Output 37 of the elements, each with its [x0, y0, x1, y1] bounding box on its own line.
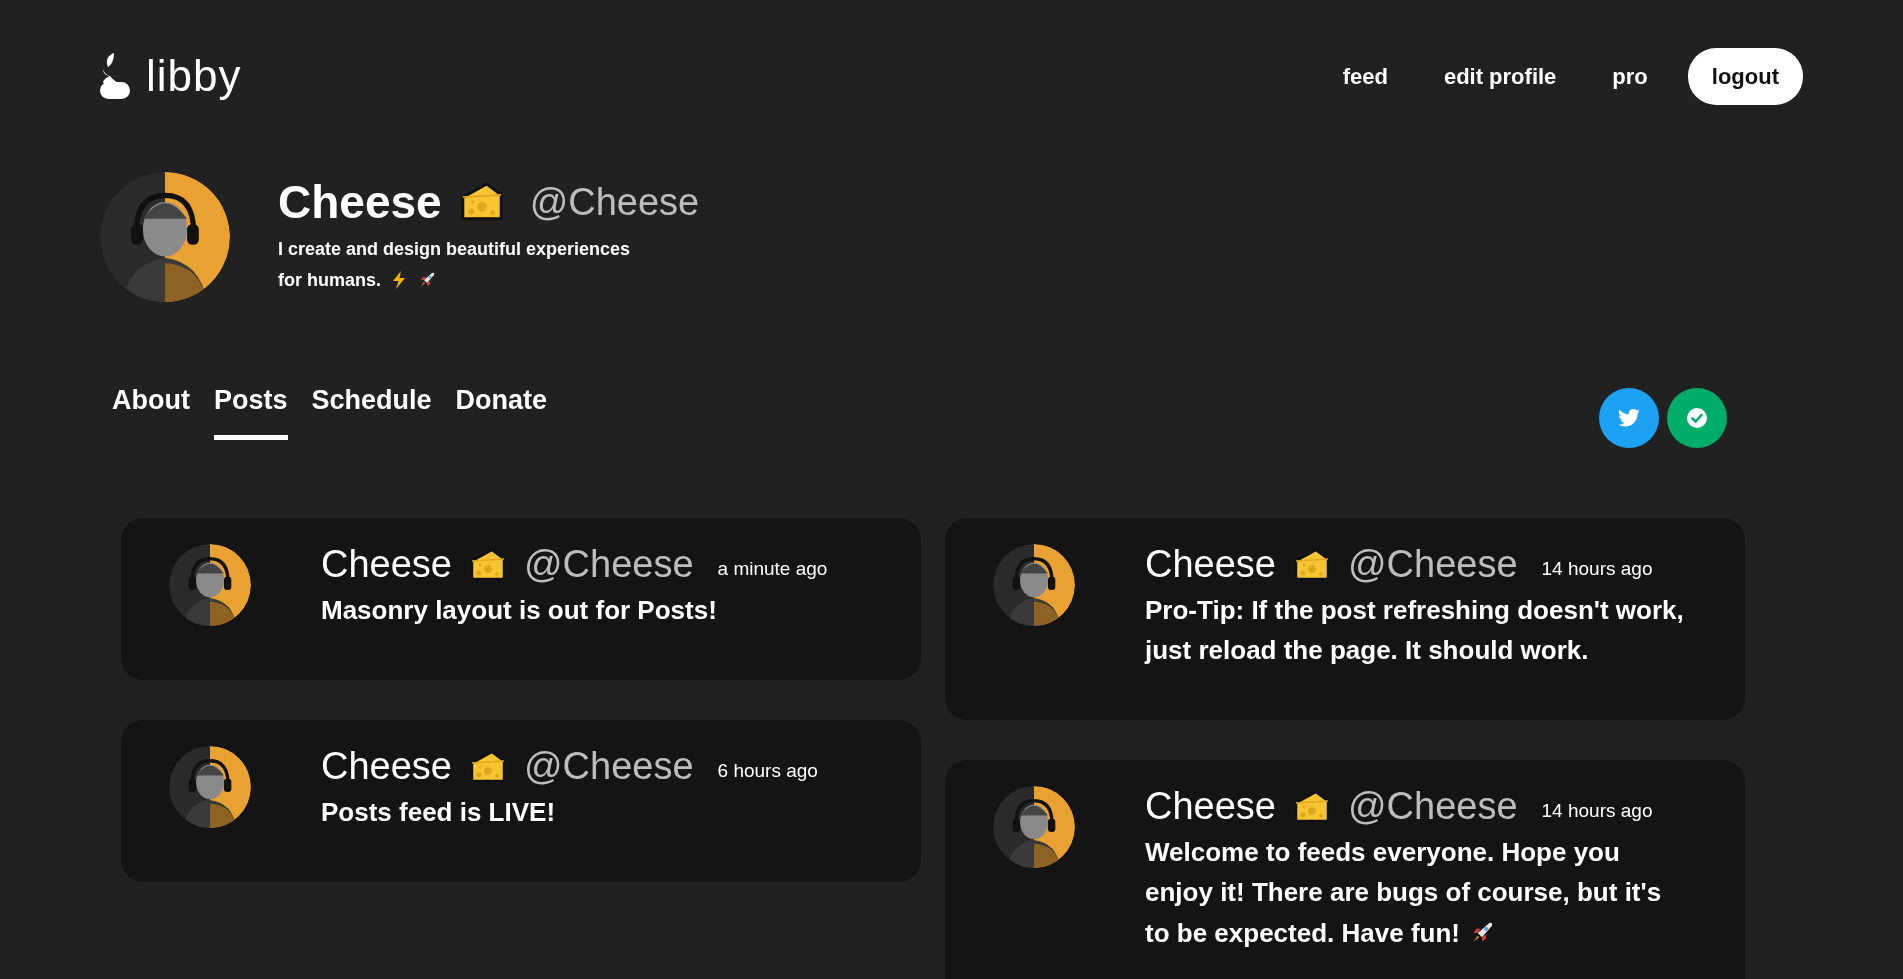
twitter-button[interactable]	[1599, 388, 1659, 448]
bio-text: I create and design beautiful experiences	[278, 238, 631, 262]
author-name: Cheese	[1145, 544, 1276, 586]
tab[interactable]: Posts	[213, 380, 288, 440]
author-handle: @Cheese	[524, 746, 694, 788]
post-time: 14 hours ago	[1541, 799, 1653, 824]
author-name: Cheese	[321, 544, 452, 586]
profile-handle: @Cheese	[529, 183, 700, 222]
tab[interactable]: About	[112, 380, 190, 440]
logo-icon	[100, 53, 130, 99]
profile-name: Cheese	[278, 179, 442, 226]
post-text: to be expected. Have fun!	[1145, 916, 1460, 950]
post-time: a minute ago	[717, 556, 828, 581]
tab[interactable]: Schedule	[311, 380, 432, 440]
logo-text: libby	[146, 54, 242, 98]
twitter-icon	[1618, 409, 1640, 427]
post-time: 6 hours ago	[717, 758, 818, 783]
post-text: Pro-Tip: If the post refreshing doesn't work,	[1145, 593, 1684, 627]
bio-text: for humans.	[278, 269, 381, 292]
logout-button[interactable]: logout	[1687, 47, 1803, 105]
post-text: Posts feed is LIVE!	[321, 795, 556, 829]
author-name: Cheese	[1145, 786, 1276, 829]
tab[interactable]: Donate	[455, 380, 548, 440]
nav-link[interactable]: edit profile	[1415, 59, 1585, 93]
check-circle-icon	[1687, 408, 1707, 428]
nav-link[interactable]: feed	[1314, 59, 1416, 93]
author-handle: @Cheese	[1348, 786, 1518, 829]
author-name: Cheese	[321, 746, 452, 788]
post-text: Masonry layout is out for Posts!	[321, 593, 717, 627]
nav-link[interactable]: pro	[1584, 59, 1676, 93]
author-handle: @Cheese	[1348, 544, 1518, 586]
post-time: 14 hours ago	[1541, 556, 1653, 581]
post-text: enjoy it! There are bugs of course, but it's	[1145, 876, 1662, 910]
post-text: just reload the page. It should work.	[1145, 634, 1589, 668]
post-text: Welcome to feeds everyone. Hope you	[1145, 836, 1620, 870]
verified-button[interactable]	[1667, 388, 1727, 448]
author-handle: @Cheese	[524, 544, 694, 586]
